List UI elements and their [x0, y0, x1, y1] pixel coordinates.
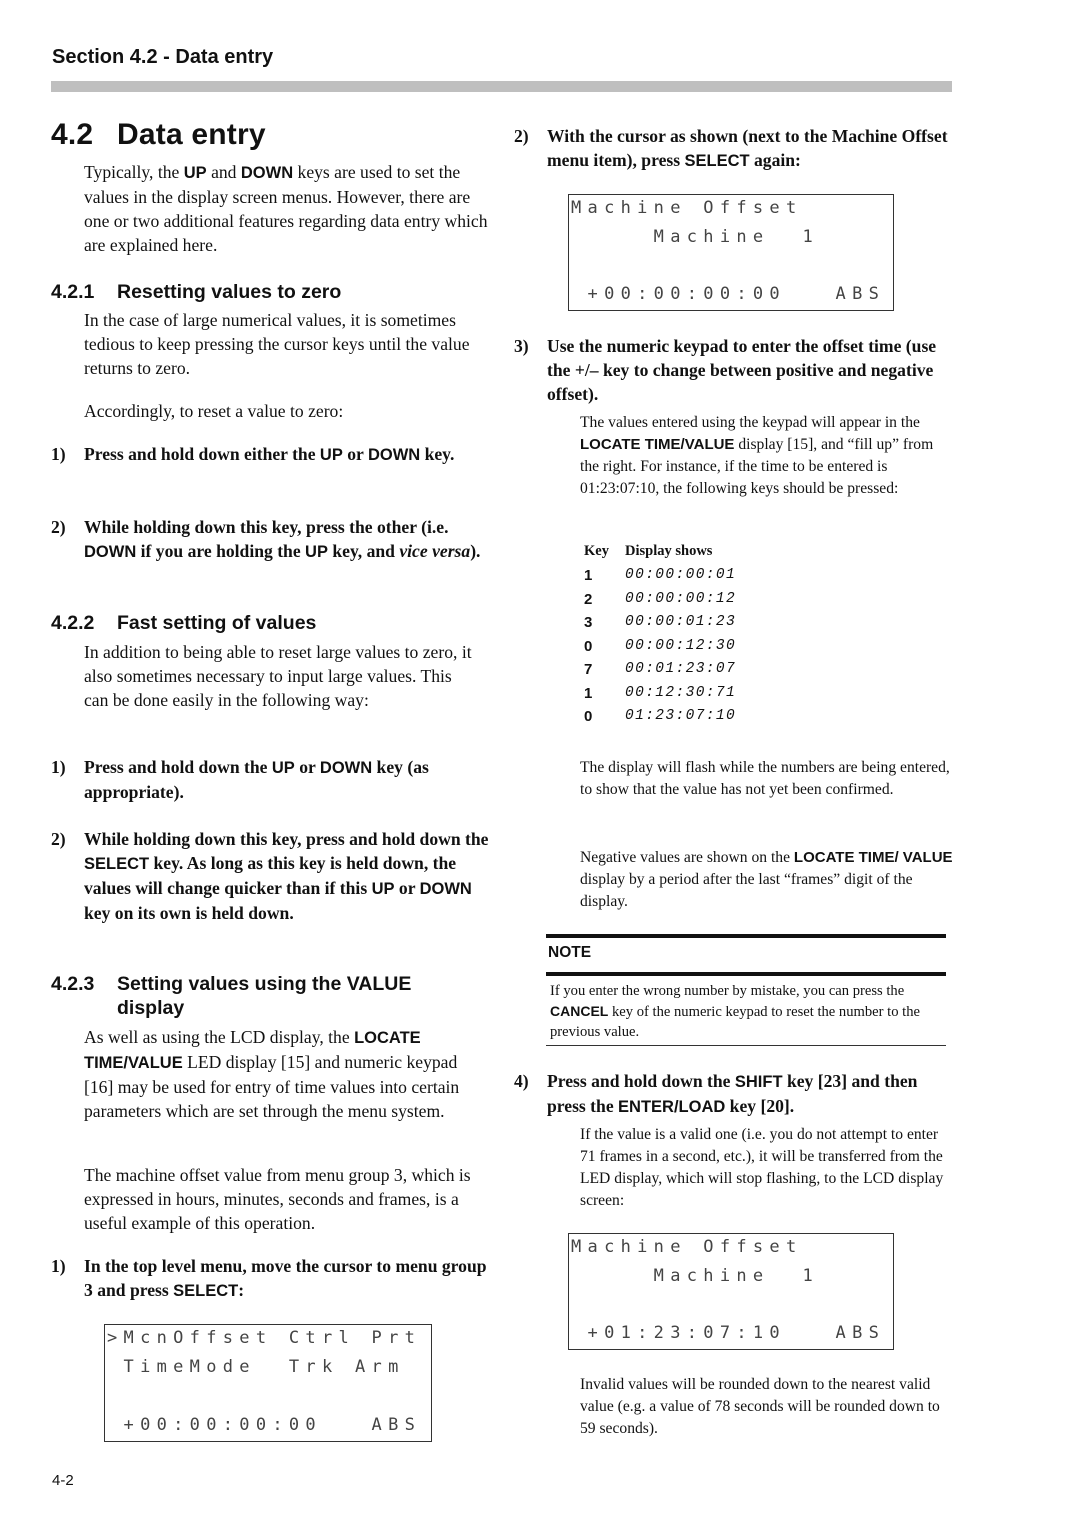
- key-down: DOWN: [240, 164, 294, 182]
- step-item: 1) Press and hold down the UP or DOWN ke…: [51, 757, 429, 802]
- lcd-row: >McnOffset Ctrl Prt: [107, 1328, 422, 1348]
- lcd-row: Machine Offset: [571, 198, 803, 218]
- step-item: 1) Press and hold down either the UP or …: [51, 444, 455, 464]
- subsection-heading-421: 4.2.1 Resetting values to zero: [51, 281, 342, 303]
- section-number: 4.2: [51, 118, 94, 151]
- note-rule-bottom: [546, 1045, 946, 1046]
- lcd-row: Machine 1: [571, 227, 820, 247]
- note-body: If you enter the wrong number by mistake…: [550, 983, 920, 1040]
- key-display-table: Key Display shows 1 00:00:00:01 2 00:00:00…: [584, 543, 784, 733]
- section-intro: Typically, the UP and DOWN keys are used…: [84, 162, 488, 255]
- section-title-text: Data entry: [117, 118, 266, 151]
- lcd-row: TimeMode Trk Arm: [107, 1357, 405, 1377]
- step-item: 1) In the top level menu, move the curso…: [51, 1256, 487, 1300]
- lcd-row: +01:23:07:10 ABS: [571, 1323, 886, 1343]
- lcd-row: Machine Offset: [571, 1237, 803, 1257]
- table-row: 3 00:00:01:23: [584, 614, 737, 631]
- lcd-display-top-menu: >McnOffset Ctrl Prt TimeMode Trk Arm +00…: [104, 1324, 432, 1442]
- paragraph: In the case of large numerical values, i…: [84, 310, 470, 378]
- note-rule-top: [546, 934, 946, 938]
- lcd-row: Machine 1: [571, 1266, 820, 1286]
- lcd-row: +00:00:00:00 ABS: [107, 1415, 422, 1435]
- paragraph: Invalid values will be rounded down to t…: [580, 1376, 940, 1437]
- step-item: 2) While holding down this key, press an…: [51, 829, 489, 923]
- running-head: Section 4.2 - Data entry: [52, 46, 274, 68]
- step-item: 4) Press and hold down the SHIFT key [23…: [514, 1071, 918, 1116]
- section-title: 4.2 Data entry: [51, 118, 266, 152]
- paragraph: In addition to being able to reset large…: [84, 642, 472, 710]
- table-row: 2 00:00:00:12: [584, 591, 737, 608]
- table-header-key: Key: [584, 543, 609, 559]
- header-rule: [51, 81, 952, 92]
- paragraph: The display will flash while the numbers…: [580, 759, 950, 798]
- table-header-display: Display shows: [625, 543, 713, 559]
- table-row: 7 00:01:23:07: [584, 661, 737, 678]
- table-row: 1 00:12:30:71: [584, 685, 737, 702]
- note-label: NOTE: [548, 944, 592, 961]
- note-rule-middle: [546, 972, 946, 976]
- paragraph: If the value is a valid one (i.e. you do…: [580, 1126, 944, 1209]
- lcd-display-result: Machine Offset Machine 1 +01:23:07:10 AB…: [568, 1233, 894, 1350]
- table-row: 0 01:23:07:10: [584, 708, 737, 725]
- lcd-display-machine-offset: Machine Offset Machine 1 +00:00:00:00 AB…: [568, 194, 894, 311]
- page-number: 4-2: [52, 1472, 74, 1489]
- step-item: 3) Use the numeric keypad to enter the o…: [514, 336, 937, 404]
- lcd-row: +00:00:00:00 ABS: [571, 284, 886, 304]
- step-item: 2) With the cursor as shown (next to the…: [514, 126, 948, 170]
- paragraph: Negative values are shown on the LOCATE …: [580, 849, 953, 910]
- step-item: 2) While holding down this key, press th…: [51, 517, 481, 561]
- table-row: 1 00:00:00:01: [584, 567, 737, 584]
- key-up: UP: [183, 164, 207, 182]
- table-row: 0 00:00:12:30: [584, 638, 737, 655]
- paragraph: Accordingly, to reset a value to zero:: [84, 401, 344, 421]
- subsection-heading-422: 4.2.2 Fast setting of values: [51, 612, 317, 634]
- paragraph: The machine offset value from menu group…: [84, 1165, 471, 1233]
- paragraph: The values entered using the keypad will…: [580, 414, 934, 497]
- paragraph: As well as using the LCD display, the LO…: [84, 1027, 460, 1121]
- subsection-heading-423: 4.2.3 Setting values using the VALUE displ…: [51, 973, 412, 1019]
